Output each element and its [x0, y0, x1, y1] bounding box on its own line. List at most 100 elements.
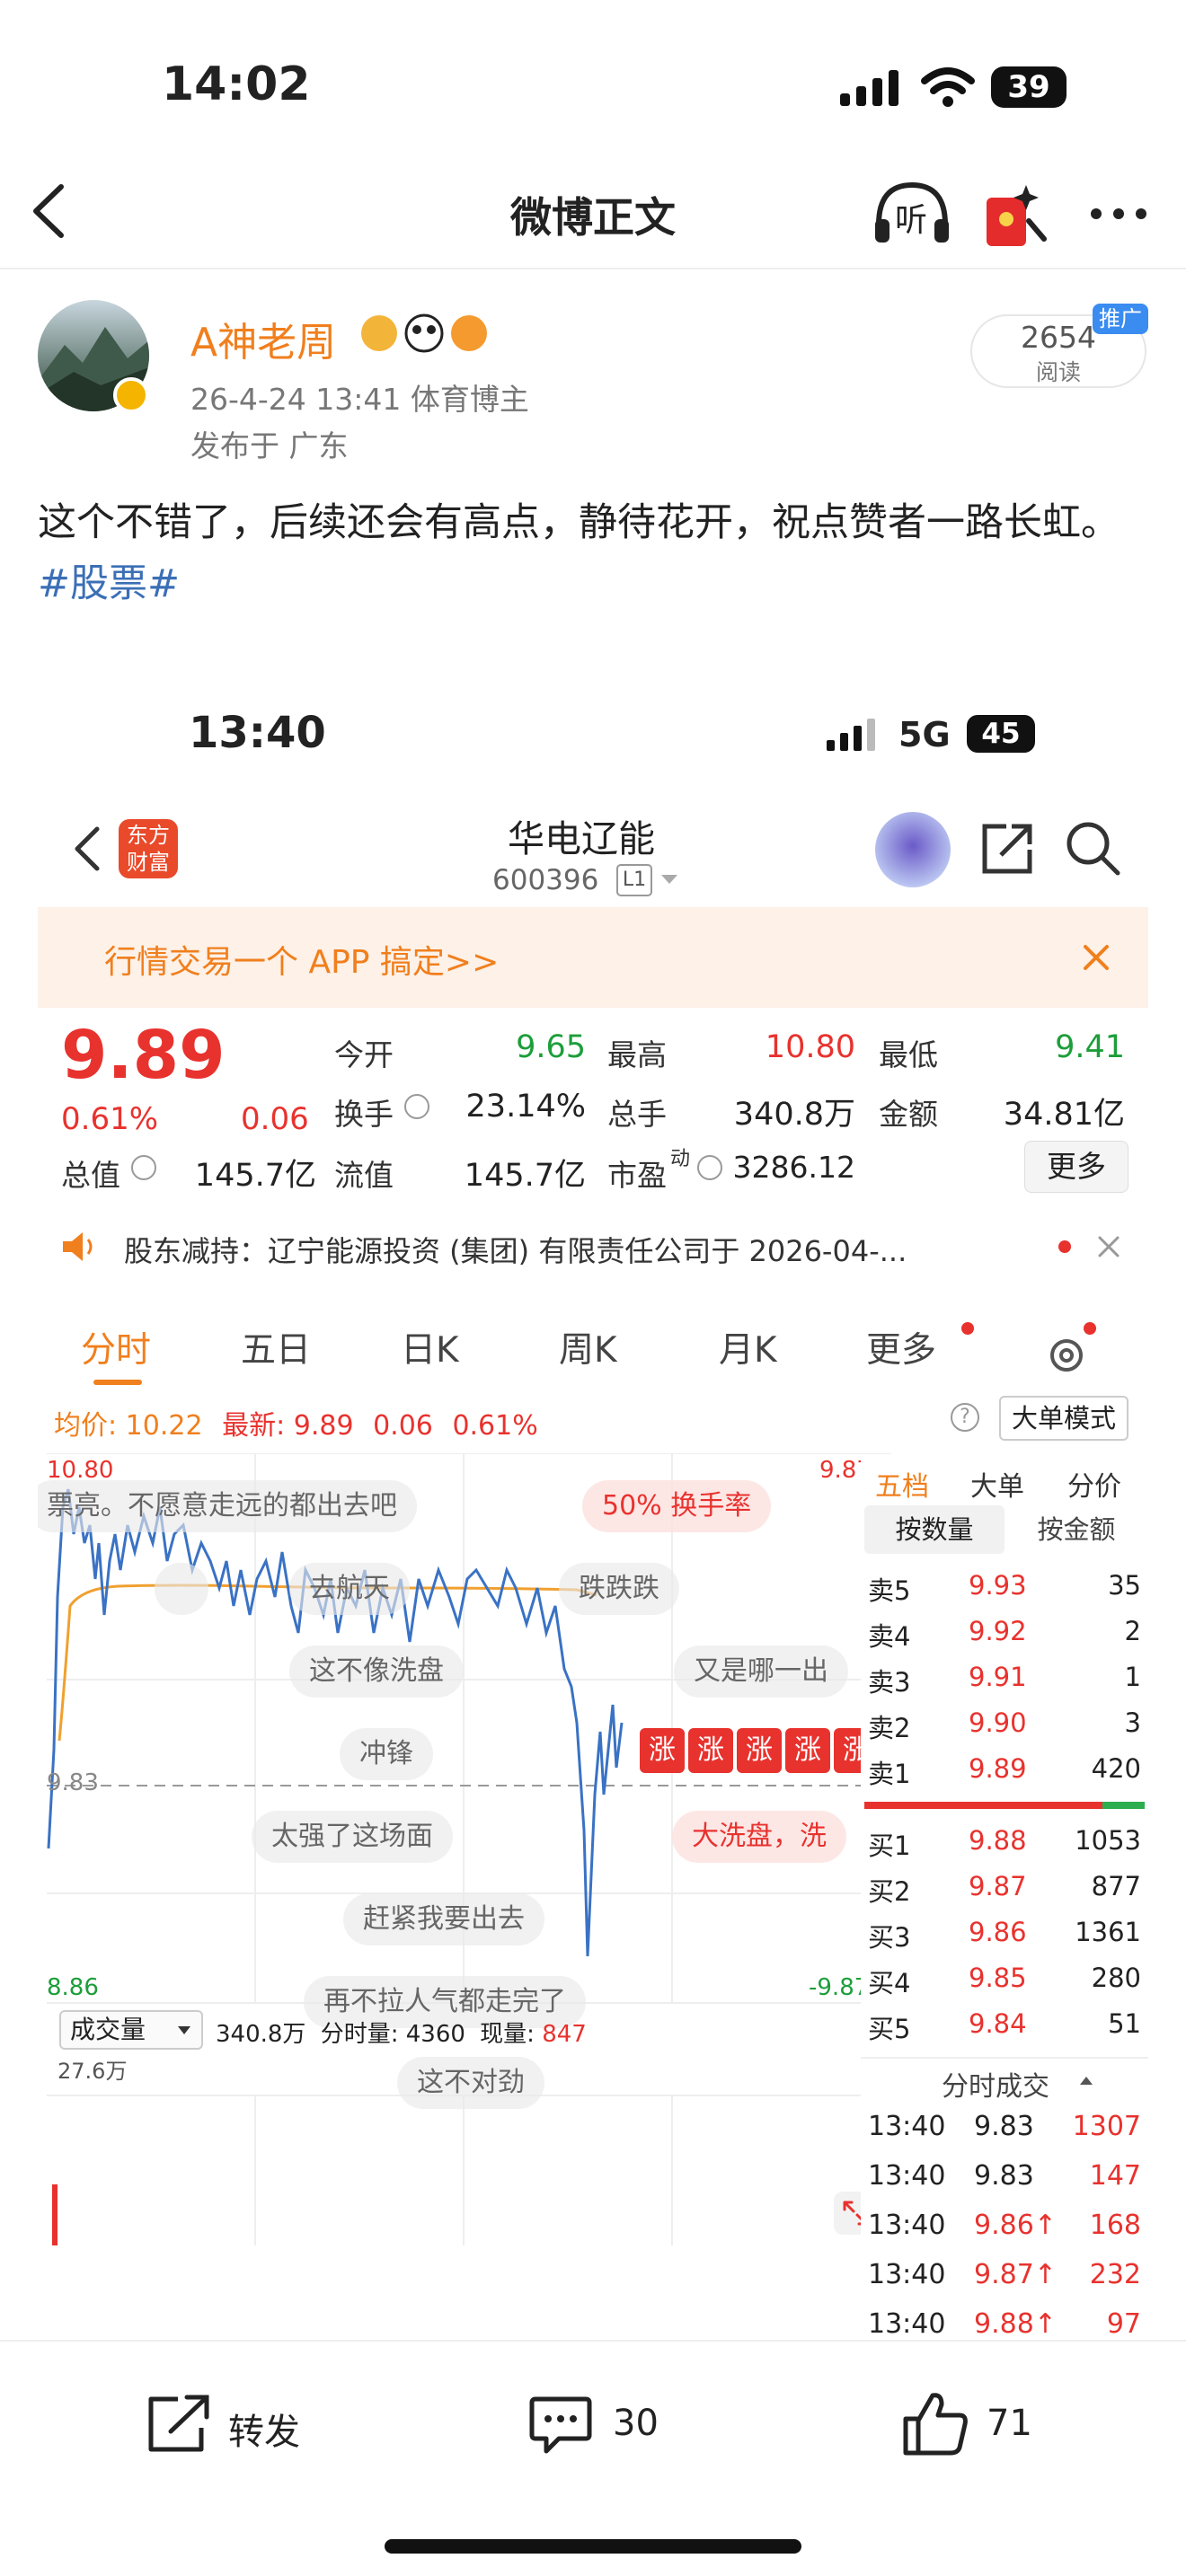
- tick-time: 13:40: [868, 2160, 946, 2192]
- ob-by-quantity[interactable]: 按数量: [864, 1505, 1005, 1554]
- low-value: 9.41: [1055, 1029, 1125, 1065]
- author-name[interactable]: A神老周: [190, 310, 336, 367]
- pe-value: 3286.12: [732, 1150, 855, 1185]
- bid-volume: 877: [1091, 1871, 1141, 1901]
- ob-tab-big-order[interactable]: 大单: [970, 1464, 1024, 1504]
- level-badge[interactable]: L1: [616, 864, 652, 896]
- bid-label: 买4: [868, 1968, 911, 1998]
- ob-tab-five-level[interactable]: 五档: [875, 1464, 929, 1504]
- indicator-select-value: 成交量: [70, 2015, 146, 2044]
- intraday-chart[interactable]: 10.80 9.87% 9.83 8.86 -9.87% 票亮。不愿意走远的都出…: [38, 1453, 894, 2245]
- verified-badge-icon: [113, 377, 149, 413]
- info-icon[interactable]: [404, 1094, 429, 1119]
- hashtag-link[interactable]: #股票#: [38, 561, 180, 606]
- shot-battery-level: 45: [981, 718, 1021, 750]
- status-time: 14:02: [162, 57, 311, 111]
- ask-row[interactable]: 卖3 9.91 1: [861, 1654, 1148, 1700]
- like-button[interactable]: 71: [900, 2385, 1080, 2460]
- back-icon[interactable]: [27, 180, 72, 243]
- info-icon[interactable]: [697, 1155, 722, 1180]
- shot-network: 5G: [898, 715, 951, 754]
- bid-price: 9.87: [969, 1871, 1027, 1901]
- order-book-panel: 五档 大单 分价 按数量 按金额 卖5 9.93 35 卖4 9.92 2 卖3 9.91…: [861, 1455, 1148, 2340]
- listen-button[interactable]: 听: [872, 178, 952, 250]
- tick-row: 13:40 9.87↑ 232: [861, 2252, 1148, 2301]
- tick-time: 13:40: [868, 2308, 946, 2340]
- rally-stickers: 涨涨涨涨涨: [640, 1728, 891, 1780]
- comment-button[interactable]: 30: [527, 2388, 706, 2460]
- tab-five-day[interactable]: 五日: [241, 1322, 311, 1372]
- shot-back-icon[interactable]: [70, 822, 106, 876]
- tab-more-dot: [961, 1322, 974, 1335]
- tick-price: 9.83: [974, 2160, 1034, 2192]
- bid-ask-ratio-bar: [864, 1802, 1145, 1809]
- listen-label: 听: [895, 202, 928, 239]
- repost-icon: [148, 2395, 209, 2452]
- ask-row[interactable]: 卖2 9.90 3: [861, 1700, 1148, 1746]
- bid-row[interactable]: 买4 9.85 280: [861, 1955, 1148, 2001]
- search-icon[interactable]: [1064, 819, 1121, 877]
- tick-row: 13:40 9.88↑ 97: [861, 2301, 1148, 2340]
- tab-monthly-k[interactable]: 月K: [719, 1322, 777, 1372]
- total-volume: 340.8万: [216, 2021, 306, 2048]
- float-cap-value: 145.7亿: [464, 1158, 586, 1194]
- tab-daily-k[interactable]: 日K: [401, 1322, 459, 1372]
- ai-robot-icon[interactable]: [875, 812, 951, 887]
- more-menu-icon[interactable]: [1087, 196, 1150, 232]
- logo-line2: 财富: [127, 850, 170, 875]
- level-dropdown-icon[interactable]: [661, 875, 677, 884]
- bid-row[interactable]: 买5 9.84 51: [861, 2001, 1148, 2047]
- bid-price: 9.86: [969, 1917, 1027, 1947]
- ticks-list: 13:40 9.83 1307 13:40 9.83 147 13:40 9.86↑ 168…: [861, 2104, 1148, 2340]
- volume-stats: 340.8万 分时量: 4360 现量: 847: [216, 2016, 587, 2049]
- repost-label: 转发: [228, 2412, 300, 2453]
- axis-low: 8.86: [47, 1974, 99, 2001]
- close-banner-icon[interactable]: [1078, 940, 1114, 975]
- bid-row[interactable]: 买1 9.88 1053: [861, 1818, 1148, 1864]
- bid-volume: 1361: [1075, 1917, 1141, 1947]
- ob-by-amount[interactable]: 按金额: [1008, 1505, 1145, 1554]
- share-icon[interactable]: [979, 821, 1035, 877]
- bid-price: 9.85: [969, 1963, 1027, 1993]
- latest-value: 9.89: [293, 1410, 354, 1442]
- tick-price: 9.88↑: [974, 2308, 1057, 2340]
- tick-price: 9.83: [974, 2111, 1034, 2142]
- repost-button[interactable]: 转发: [144, 2388, 377, 2460]
- tab-weekly-k[interactable]: 周K: [559, 1322, 617, 1372]
- latest-change: 0.06: [373, 1410, 433, 1442]
- ask-label: 卖3: [868, 1667, 911, 1698]
- danmaku-comment: 票亮。不愿意走远的都出去吧: [38, 1480, 417, 1532]
- pe-label: 市盈: [607, 1158, 667, 1193]
- more-fields-button[interactable]: 更多: [1024, 1141, 1128, 1193]
- tab-intraday[interactable]: 分时: [81, 1322, 151, 1372]
- red-envelope-icon[interactable]: [979, 176, 1051, 251]
- tick-row: 13:40 9.83 1307: [861, 2104, 1148, 2153]
- tick-time: 13:40: [868, 2259, 946, 2290]
- settings-gear-icon[interactable]: [1042, 1331, 1091, 1380]
- indicator-select[interactable]: 成交量: [59, 2010, 203, 2050]
- nav-divider: [0, 268, 1186, 269]
- help-icon[interactable]: ?: [951, 1403, 979, 1432]
- bid-row[interactable]: 买3 9.86 1361: [861, 1910, 1148, 1955]
- big-order-mode-button[interactable]: 大单模式: [999, 1396, 1128, 1441]
- notice-dot: [1058, 1240, 1071, 1253]
- ask-label: 卖2: [868, 1713, 911, 1743]
- home-indicator: [385, 2539, 801, 2554]
- promo-banner[interactable]: 行情交易一个 APP 搞定>>: [38, 907, 1148, 1008]
- info-icon[interactable]: [131, 1155, 156, 1180]
- volume-bar: [52, 2184, 58, 2245]
- ask-row[interactable]: 卖5 9.93 35: [861, 1563, 1148, 1609]
- tab-more[interactable]: 更多: [866, 1322, 936, 1372]
- bid-price: 9.88: [969, 1825, 1027, 1856]
- close-notice-icon[interactable]: [1094, 1232, 1123, 1261]
- ob-divider: [861, 2057, 1148, 2059]
- notice-text[interactable]: 股东减持：辽宁能源投资 (集团) 有限责任公司于 2026-04-...: [124, 1229, 1040, 1270]
- ask-volume: 1: [1124, 1662, 1141, 1692]
- ob-tab-price-dist[interactable]: 分价: [1067, 1464, 1121, 1504]
- chevron-up-icon[interactable]: [1080, 2077, 1093, 2085]
- ask-row[interactable]: 卖1 9.89 420: [861, 1746, 1148, 1792]
- ask-row[interactable]: 卖4 9.92 2: [861, 1609, 1148, 1654]
- post-text: 这个不错了，后续还会有高点，静待花开，祝点赞者一路长虹。: [38, 500, 1120, 545]
- post-meta: 26-4-24 13:41 体育博主: [190, 382, 529, 417]
- bid-row[interactable]: 买2 9.87 877: [861, 1864, 1148, 1910]
